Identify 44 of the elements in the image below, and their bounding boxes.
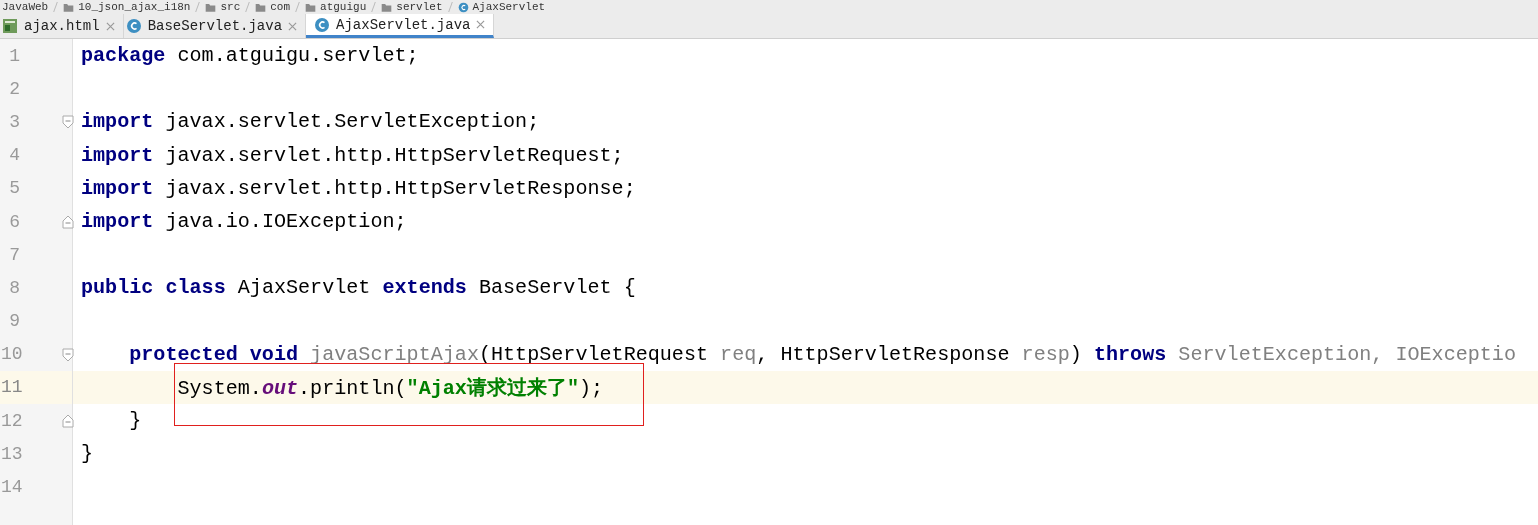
code-line: import javax.servlet.ServletException; bbox=[81, 110, 540, 134]
line-number: 2 bbox=[8, 78, 20, 99]
breadcrumb-item[interactable]: AjaxServlet bbox=[472, 1, 546, 13]
breadcrumb-item[interactable]: src bbox=[220, 1, 241, 13]
line-number: 5 bbox=[8, 178, 20, 199]
class-icon bbox=[125, 18, 142, 34]
code-line: } bbox=[128, 409, 142, 433]
line-number: 11 bbox=[1, 377, 23, 398]
code-line: import javax.servlet.http.HttpServletRequest; bbox=[81, 143, 624, 167]
code-line: protected void javaScriptAjax(HttpServletRequest req, HttpServletResponse resp) throws ServletException, IOExceptio bbox=[128, 342, 1516, 366]
line-number: 12 bbox=[1, 410, 23, 431]
line-number: 6 bbox=[8, 211, 20, 232]
code-line: System.out.println("Ajax请求过来了"); bbox=[176, 375, 604, 401]
line-number: 14 bbox=[1, 477, 23, 498]
code-line: } bbox=[81, 442, 94, 466]
line-number: 8 bbox=[8, 277, 20, 298]
line-number: 10 bbox=[1, 344, 23, 365]
code-line: public class AjaxServlet extends BaseServlet { bbox=[81, 276, 636, 300]
code-line: package com.atguigu.servlet; bbox=[81, 44, 419, 68]
class-icon bbox=[314, 16, 331, 33]
breadcrumb-item[interactable]: servlet bbox=[396, 1, 443, 13]
code-line: import javax.servlet.http.HttpServletResponse; bbox=[81, 176, 636, 200]
breadcrumb-item[interactable]: 10_json_ajax_i18n bbox=[78, 1, 191, 13]
line-number: 1 bbox=[8, 45, 20, 66]
editor-tab[interactable]: ajax.html bbox=[0, 14, 124, 38]
breadcrumb-item[interactable]: JavaWeb bbox=[2, 1, 49, 13]
fold-icon[interactable] bbox=[62, 414, 74, 429]
breadcrumb-item[interactable]: com bbox=[270, 1, 291, 13]
fold-icon[interactable] bbox=[62, 214, 74, 229]
line-number: 4 bbox=[8, 145, 20, 166]
line-number: 3 bbox=[8, 111, 20, 132]
close-icon[interactable] bbox=[105, 21, 115, 31]
breadcrumb-item[interactable]: atguigu bbox=[320, 1, 367, 13]
html-file-icon bbox=[2, 18, 18, 34]
close-icon[interactable] bbox=[288, 21, 298, 31]
fold-icon[interactable] bbox=[62, 347, 74, 362]
code-line: import java.io.IOException; bbox=[81, 210, 407, 234]
line-number: 13 bbox=[1, 443, 23, 464]
editor-tab[interactable]: AjaxServlet.java bbox=[306, 14, 495, 38]
line-number: 7 bbox=[8, 244, 20, 265]
fold-icon[interactable] bbox=[62, 115, 74, 130]
class-icon bbox=[457, 1, 469, 13]
line-number: 9 bbox=[8, 311, 20, 332]
close-icon[interactable] bbox=[476, 20, 486, 29]
